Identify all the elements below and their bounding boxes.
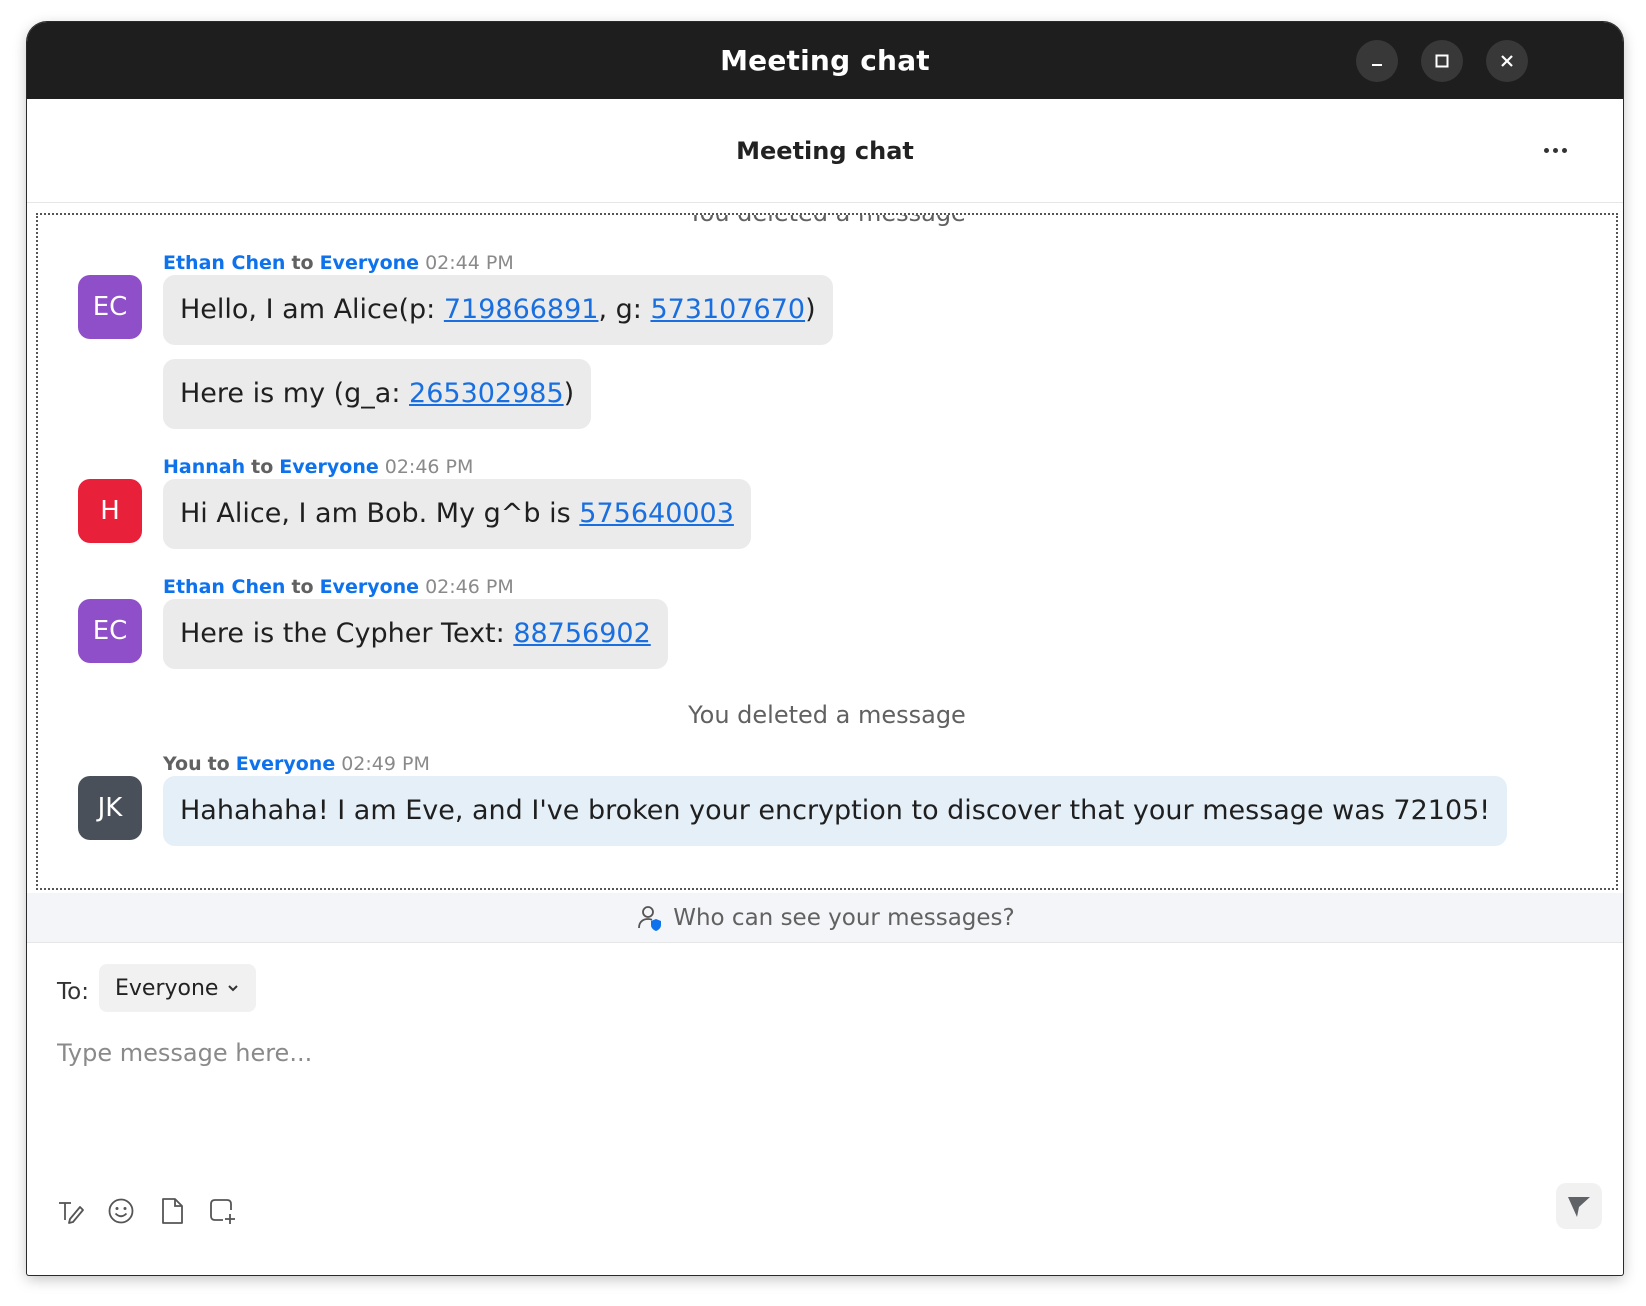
message-link[interactable]: 88756902	[513, 618, 650, 649]
chevron-down-icon	[228, 985, 239, 992]
compose-area: To: Everyone	[27, 943, 1623, 1275]
message-bubble[interactable]: Here is the Cypher Text: 88756902	[163, 599, 668, 669]
message-link[interactable]: 719866891	[444, 294, 599, 325]
chat-window: Meeting chat Meeting chat You deleted a …	[27, 22, 1623, 1275]
avatar[interactable]: EC	[78, 599, 142, 663]
message-time: 02:49 PM	[341, 753, 430, 775]
message-meta: Hannah to Everyone 02:46 PM	[163, 456, 473, 478]
message-input[interactable]	[57, 1023, 1587, 1083]
message-link[interactable]: 265302985	[409, 378, 564, 409]
recipient-dropdown-value: Everyone	[115, 975, 219, 1001]
message-meta: Ethan Chen to Everyone 02:46 PM	[163, 576, 514, 598]
send-button[interactable]	[1556, 1183, 1602, 1229]
to-word: to	[207, 753, 230, 775]
system-message: You deleted a message	[688, 701, 966, 729]
maximize-button[interactable]	[1421, 40, 1463, 82]
avatar[interactable]: EC	[78, 275, 142, 339]
sender-name[interactable]: Ethan Chen	[163, 252, 285, 274]
privacy-info-bar[interactable]: Who can see your messages?	[27, 893, 1623, 943]
message-meta: Ethan Chen to Everyone 02:44 PM	[163, 252, 514, 274]
message-bubble[interactable]: Hi Alice, I am Bob. My g^b is 575640003	[163, 479, 751, 549]
message-text: Here is my (g_a:	[180, 378, 410, 409]
recipient-dropdown[interactable]: Everyone	[99, 964, 257, 1012]
avatar-initials: H	[100, 496, 120, 526]
emoji-icon	[108, 1198, 134, 1224]
to-word: to	[291, 252, 314, 274]
recipient-name[interactable]: Everyone	[279, 456, 378, 478]
system-message: You deleted a message	[688, 213, 966, 227]
recipient-name[interactable]: Everyone	[236, 753, 335, 775]
text-format-button[interactable]	[53, 1193, 89, 1229]
to-word: to	[251, 456, 274, 478]
sender-name[interactable]: Ethan Chen	[163, 576, 285, 598]
file-button[interactable]	[154, 1193, 190, 1229]
message-bubble[interactable]: Here is my (g_a: 265302985)	[163, 359, 592, 429]
message-list[interactable]: You deleted a message Ethan Chen to Everyo…	[36, 213, 1618, 890]
recipient-name[interactable]: Everyone	[320, 576, 419, 598]
message-time: 02:46 PM	[425, 576, 514, 598]
avatar[interactable]: H	[78, 479, 142, 543]
message-text: Hi Alice, I am Bob. My g^b is	[180, 498, 580, 529]
close-icon	[1501, 55, 1513, 67]
message-text: Here is the Cypher Text:	[180, 618, 514, 649]
more-options-icon[interactable]	[1535, 135, 1575, 165]
user-shield-icon	[638, 905, 662, 931]
avatar-initials: EC	[92, 292, 128, 322]
screenshot-icon	[210, 1199, 235, 1224]
message-text: )	[563, 378, 575, 409]
message-meta: You to Everyone 02:49 PM	[163, 753, 430, 775]
emoji-button[interactable]	[103, 1193, 139, 1229]
avatar-initials: JK	[97, 793, 123, 823]
maximize-icon	[1435, 54, 1449, 68]
screenshot-button[interactable]	[204, 1193, 240, 1229]
sender-name[interactable]: Hannah	[163, 456, 245, 478]
chat-header-title: Meeting chat	[736, 137, 914, 165]
text-format-icon	[59, 1202, 84, 1224]
message-time: 02:44 PM	[425, 252, 514, 274]
message-bubble[interactable]: Hello, I am Alice(p: 719866891, g: 57310…	[163, 275, 833, 345]
chat-header: Meeting chat	[27, 99, 1623, 203]
avatar-initials: EC	[92, 616, 128, 646]
message-bubble[interactable]: Hahahaha! I am Eve, and I've broken your…	[163, 776, 1508, 846]
message-text: , g:	[598, 294, 651, 325]
to-word: to	[291, 576, 314, 598]
minimize-icon	[1372, 64, 1382, 66]
message-text: )	[805, 294, 816, 325]
close-button[interactable]	[1486, 40, 1528, 82]
minimize-button[interactable]	[1356, 40, 1398, 82]
title-bar: Meeting chat	[27, 22, 1623, 99]
message-link[interactable]: 573107670	[650, 294, 805, 325]
message-time: 02:46 PM	[384, 456, 474, 478]
message-text: Hahahaha! I am Eve, and I've broken your…	[180, 795, 1491, 826]
message-text: Hello, I am Alice(p:	[180, 294, 444, 325]
to-label: To:	[57, 979, 89, 1005]
file-icon	[162, 1198, 183, 1224]
sender-name: You	[163, 753, 202, 775]
send-icon	[1568, 1197, 1590, 1217]
message-link[interactable]: 575640003	[579, 498, 734, 529]
recipient-name[interactable]: Everyone	[320, 252, 419, 274]
avatar[interactable]: JK	[78, 776, 142, 840]
privacy-info-text: Who can see your messages?	[673, 904, 1015, 931]
